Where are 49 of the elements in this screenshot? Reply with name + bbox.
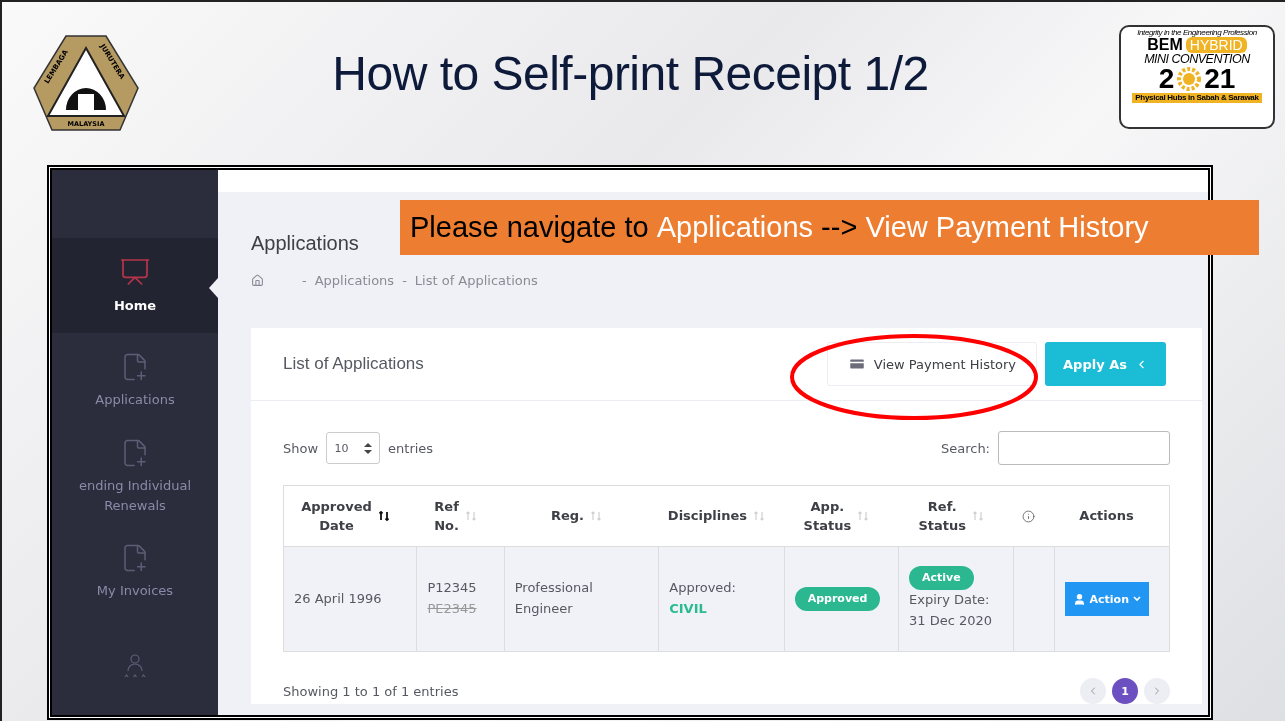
table-cell: Approved: CIVIL bbox=[658, 546, 785, 652]
logo-event: MINI CONVENTION bbox=[1144, 52, 1250, 65]
status-badge: Active bbox=[909, 566, 974, 590]
page-size-select[interactable]: 10 bbox=[326, 432, 381, 464]
column-header[interactable]: Reg. bbox=[504, 485, 659, 547]
logo-year: 2 bbox=[1158, 65, 1175, 93]
column-header[interactable] bbox=[1013, 485, 1055, 547]
entries-summary: Showing 1 to 1 of 1 entries bbox=[283, 683, 459, 699]
search-label: Search: bbox=[940, 440, 990, 456]
sort-icon[interactable] bbox=[377, 510, 390, 522]
sidebar-item[interactable]: Home bbox=[52, 238, 218, 334]
table-cell: Professional Engineer bbox=[504, 546, 659, 652]
sidebar-item[interactable]: ending Individual Renewals bbox=[52, 428, 218, 525]
column-header[interactable]: App. Status bbox=[784, 485, 899, 547]
column-header[interactable]: Ref No. bbox=[416, 485, 505, 547]
table-cell: 26 April 1996 bbox=[283, 546, 417, 652]
gear-icon bbox=[1177, 67, 1202, 91]
page-button[interactable]: 1 bbox=[1112, 678, 1138, 704]
page-title: Applications bbox=[251, 232, 360, 255]
updown-icon bbox=[363, 442, 372, 454]
logo-footer: Physical Hubs in Sabah & Sarawak bbox=[1132, 93, 1262, 103]
logo-brand: BEM bbox=[1147, 36, 1183, 53]
column-header[interactable]: Approved Date bbox=[283, 485, 417, 547]
show-label: Show bbox=[283, 440, 319, 456]
expiry-date: Expiry Date: 31 Dec 2020 bbox=[909, 592, 993, 628]
info-icon[interactable] bbox=[1022, 509, 1036, 523]
breadcrumb-separator: - bbox=[402, 273, 407, 288]
logo-tag: HYBRID bbox=[1185, 36, 1247, 53]
column-header[interactable]: Actions bbox=[1054, 485, 1170, 547]
status-badge: Approved bbox=[794, 587, 881, 611]
home-icon[interactable] bbox=[251, 274, 264, 287]
breadcrumb-separator: - bbox=[302, 273, 307, 288]
card-title: List of Applications bbox=[283, 354, 425, 374]
user-icon bbox=[1072, 592, 1086, 606]
caret-icon bbox=[1133, 596, 1141, 602]
table-cell: P12345 PE2345 bbox=[416, 546, 505, 652]
next-page-button[interactable] bbox=[1144, 678, 1170, 704]
previous-page-button[interactable] bbox=[1080, 678, 1106, 704]
sidebar-item[interactable]: Applications bbox=[52, 333, 218, 429]
view-payment-history-button[interactable]: View Payment History bbox=[826, 342, 1038, 386]
slide-title: How to Self-print Receipt 1/2 bbox=[331, 46, 930, 101]
logo-year: 21 bbox=[1204, 65, 1236, 93]
column-header[interactable]: Ref. Status bbox=[898, 485, 1014, 547]
instruction-callout: Please navigate to Applications --> View Payment History bbox=[400, 200, 1259, 255]
sidebar-item[interactable]: My Invoices bbox=[52, 524, 218, 620]
entries-label: entries bbox=[388, 440, 434, 456]
logo-motto: Integrity in the Engineering Profession bbox=[1137, 28, 1257, 37]
search-field[interactable] bbox=[998, 431, 1170, 465]
column-header[interactable]: Disciplines bbox=[658, 485, 785, 547]
